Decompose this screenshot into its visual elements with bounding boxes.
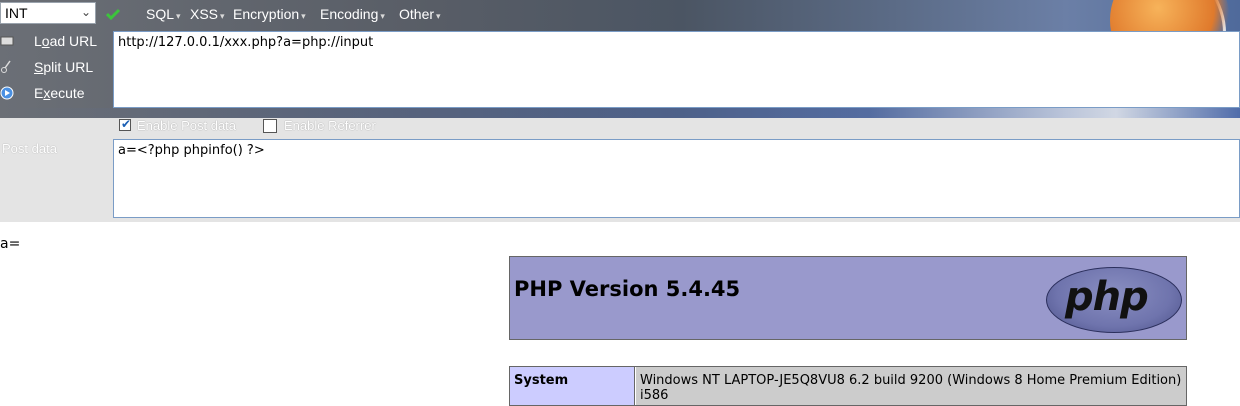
scissors-icon: [1, 60, 11, 73]
chevron-down-icon: ⌄: [80, 5, 91, 19]
menu-label: Encryption: [233, 6, 300, 22]
checkmark-icon: ✔: [121, 117, 132, 131]
load-url-button[interactable]: Load URL: [0, 31, 112, 53]
execute-button[interactable]: Execute: [0, 83, 112, 105]
menu-xss[interactable]: XSS ▾: [190, 6, 225, 24]
menu-label: SQL: [146, 6, 175, 22]
menu-sql[interactable]: SQL ▾: [146, 6, 181, 24]
php-logo-text: php: [1065, 274, 1149, 320]
checkbox-box[interactable]: ✔: [119, 117, 132, 131]
encoding-type-select[interactable]: INT ⌄: [0, 2, 96, 24]
select-value: INT: [5, 5, 28, 21]
table-value: Windows NT LAPTOP-JE5Q8VU8 6.2 build 920…: [640, 373, 1182, 403]
checkbox-box[interactable]: [263, 119, 277, 133]
table-key-cell: System: [510, 367, 635, 405]
menu-other[interactable]: Other ▾: [399, 6, 441, 24]
menu-label: Encoding: [320, 6, 379, 22]
dropdown-arrow-icon: ▾: [220, 11, 225, 21]
post-data-input[interactable]: a=<?php phpinfo() ?>: [113, 139, 1240, 218]
dropdown-arrow-icon: ▾: [176, 11, 181, 21]
dropdown-arrow-icon: ▾: [436, 11, 441, 21]
menu-label: Other: [399, 6, 435, 22]
menu-encoding[interactable]: Encoding ▾: [320, 6, 385, 24]
split-url-button[interactable]: Split URL: [0, 57, 112, 79]
load-url-icon: [0, 36, 14, 46]
load-url-label: Load URL: [34, 33, 98, 49]
php-version-title: PHP Version 5.4.45: [514, 277, 741, 301]
split-url-label: Split URL: [34, 59, 94, 75]
table-key: System: [514, 373, 569, 388]
info-table: System Windows NT LAPTOP-JE5Q8VU8 6.2 bu…: [509, 366, 1187, 406]
dropdown-arrow-icon: ▾: [301, 11, 306, 21]
php-logo: php: [1046, 267, 1182, 333]
enable-referrer-label: Enable Referrer: [284, 118, 376, 133]
green-check-icon: [106, 8, 120, 20]
hackbar-toolbar: INT ⌄ SQL ▾ XSS ▾ Encryption ▾ Encoding ▾ Ot…: [0, 0, 1240, 222]
execute-label: Execute: [34, 85, 85, 101]
php-version-header: PHP Version 5.4.45 php: [509, 256, 1187, 340]
dropdown-arrow-icon: ▾: [380, 11, 385, 21]
enable-post-label: Enable Post data: [137, 118, 237, 133]
post-data-label: Post data: [2, 141, 57, 156]
url-input[interactable]: http://127.0.0.1/xxx.php?a=php://input: [113, 31, 1240, 108]
execute-icon: [0, 86, 14, 100]
menu-encryption[interactable]: Encryption ▾: [233, 6, 306, 24]
page-output-text: a=: [0, 236, 21, 252]
toolbar-divider: [0, 108, 1240, 118]
table-value-cell: Windows NT LAPTOP-JE5Q8VU8 6.2 build 920…: [636, 367, 1186, 405]
menu-label: XSS: [190, 6, 219, 22]
